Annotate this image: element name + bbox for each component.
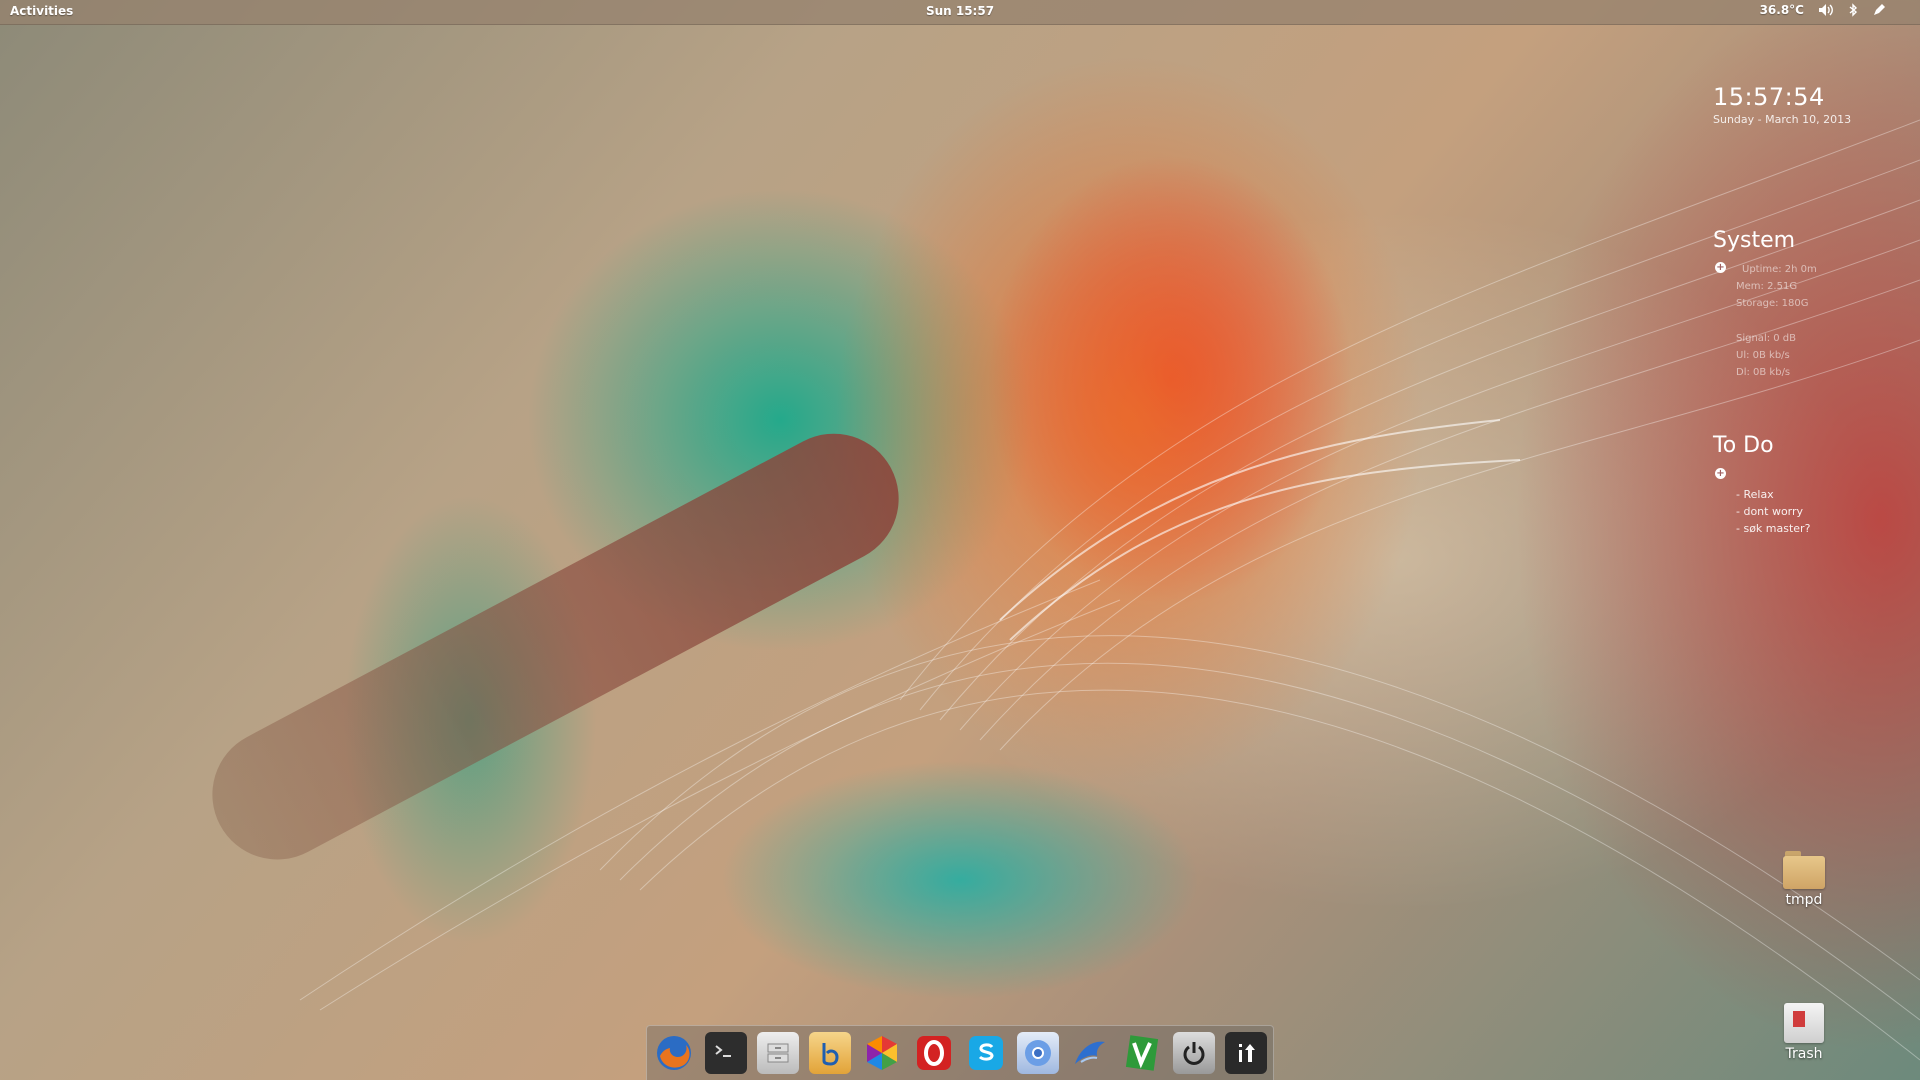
system-widget-title: System [1713,228,1796,253]
system-signal: Signal: 0 dB [1736,333,1797,344]
todo-item[interactable]: - søk master? [1736,522,1810,535]
terminal-icon[interactable] [705,1032,747,1074]
system-add-icon[interactable]: + [1715,262,1726,273]
system-uptime: Uptime: 2h 0m [1742,264,1817,275]
trash-icon [1784,1003,1824,1043]
system-storage: Storage: 180G [1736,298,1809,309]
thunderbird-icon[interactable] [1069,1032,1111,1074]
picasa-icon[interactable] [861,1032,903,1074]
files-icon[interactable] [757,1032,799,1074]
todo-item[interactable]: - dont worry [1736,505,1803,518]
desktop-trash[interactable]: Trash [1764,1003,1844,1062]
widget-date: Sunday - March 10, 2013 [1713,113,1852,126]
firefox-icon[interactable] [653,1032,695,1074]
skype-icon[interactable] [965,1032,1007,1074]
pen-icon[interactable] [1872,3,1886,17]
top-panel: Activities Sun 15:57 36.8°C [0,0,1920,25]
desktop-folder-tmpd[interactable]: tmpd [1764,851,1844,908]
system-memory: Mem: 2.51G [1736,281,1798,292]
desktop-trash-label: Trash [1785,1046,1823,1062]
bluefish-icon[interactable] [809,1032,851,1074]
vim-icon[interactable] [1121,1032,1163,1074]
todo-add-icon[interactable]: + [1715,468,1726,479]
dock [646,1025,1274,1080]
opera-icon[interactable] [913,1032,955,1074]
system-tray: 36.8°C [1760,3,1886,17]
wallpaper-mesh [299,119,1920,1061]
temperature-indicator[interactable]: 36.8°C [1760,3,1804,17]
todo-item[interactable]: - Relax [1736,488,1774,501]
chromium-icon[interactable] [1017,1032,1059,1074]
activities-button[interactable]: Activities [10,4,73,18]
widget-time: 15:57:54 [1713,83,1825,111]
clock-widget: 15:57:54 Sunday - March 10, 2013 [1713,83,1851,126]
panel-clock[interactable]: Sun 15:57 [926,4,994,18]
power-icon[interactable] [1173,1032,1215,1074]
desktop-folder-label: tmpd [1785,892,1823,908]
show-apps-icon[interactable] [1225,1032,1267,1074]
panel-clock-container: Sun 15:57 [0,4,1920,18]
wallpaper-branch [189,410,922,883]
todo-widget-title: To Do [1713,433,1774,458]
system-upload: Ul: 0B kb/s [1736,350,1790,361]
folder-icon [1783,851,1825,889]
volume-icon[interactable] [1818,3,1834,17]
bluetooth-icon[interactable] [1848,3,1858,17]
system-download: Dl: 0B kb/s [1736,367,1791,378]
